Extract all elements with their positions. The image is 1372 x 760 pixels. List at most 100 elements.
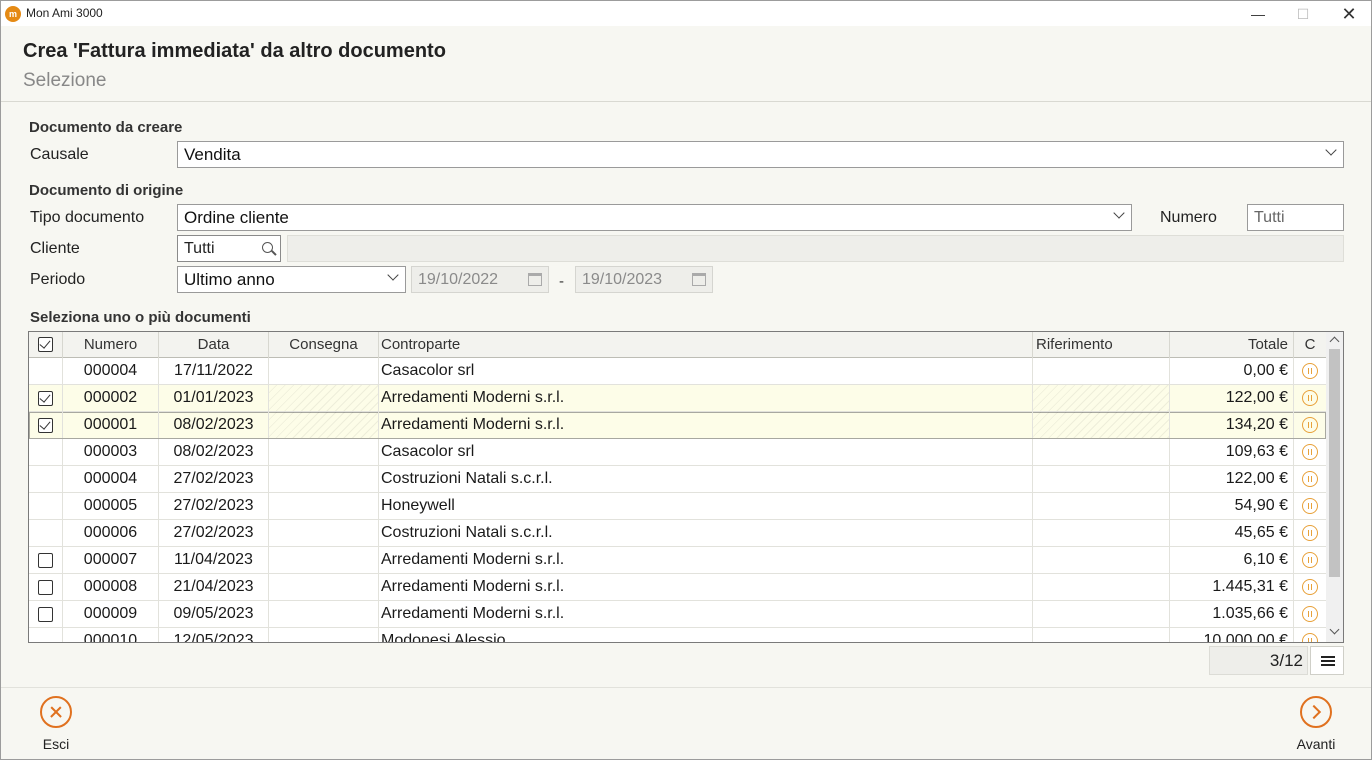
cell-controparte: Modonesi Alessio [379,628,1033,642]
table-row[interactable]: 000003 08/02/2023 Casacolor srl 109,63 € [29,439,1326,466]
table-row[interactable]: 000004 17/11/2022 Casacolor srl 0,00 € [29,358,1326,385]
cell-riferimento [1033,601,1170,627]
cell-riferimento [1033,628,1170,642]
date-from-input[interactable]: 19/10/2022 [411,266,549,293]
date-separator: - [559,273,564,290]
column-header-controparte[interactable]: Controparte [379,332,1033,358]
cliente-display-field [287,235,1344,262]
row-select-cell[interactable] [29,574,63,600]
next-button[interactable]: Avanti [1291,696,1341,752]
row-select-cell[interactable] [29,466,63,492]
cell-riferimento [1033,466,1170,492]
minimize-button[interactable]: — [1235,1,1281,27]
cell-riferimento [1033,385,1170,411]
column-header-c[interactable]: C [1294,332,1326,358]
column-header-numero[interactable]: Numero [63,332,159,358]
cell-status [1294,358,1326,384]
cell-consegna [269,547,379,573]
cell-consegna [269,385,379,411]
pause-circle-icon [1302,525,1318,541]
row-select-cell[interactable] [29,412,63,438]
cell-totale: 109,63 € [1170,439,1294,465]
column-header-totale[interactable]: Totale [1170,332,1294,358]
table-row[interactable]: 000007 11/04/2023 Arredamenti Moderni s.r.… [29,547,1326,574]
tipo-documento-select[interactable]: Ordine cliente [177,204,1132,231]
select-all-cell[interactable] [29,332,63,358]
pause-circle-icon [1302,633,1318,642]
table-row[interactable]: 000008 21/04/2023 Arredamenti Moderni s.r.… [29,574,1326,601]
column-header-consegna[interactable]: Consegna [269,332,379,358]
footer-bar: Esci Avanti [1,687,1371,759]
cell-numero: 000003 [63,439,159,465]
grid-header: Numero Data Consegna Controparte Riferim… [29,332,1326,358]
documents-grid[interactable]: Numero Data Consegna Controparte Riferim… [28,331,1344,643]
row-select-cell[interactable] [29,358,63,384]
row-checkbox[interactable] [38,580,53,595]
date-to-input[interactable]: 19/10/2023 [575,266,713,293]
causale-value: Vendita [184,145,241,164]
table-row[interactable]: 000005 27/02/2023 Honeywell 54,90 € [29,493,1326,520]
scroll-up-icon[interactable] [1329,336,1340,347]
grid-title: Seleziona uno o più documenti [30,309,251,326]
table-row[interactable]: 000009 09/05/2023 Arredamenti Moderni s.r.… [29,601,1326,628]
cell-consegna [269,466,379,492]
cell-status [1294,493,1326,519]
row-checkbox[interactable] [38,391,53,406]
pause-circle-icon [1302,390,1318,406]
pause-circle-icon [1302,471,1318,487]
table-row[interactable]: 000001 08/02/2023 Arredamenti Moderni s.r.… [29,412,1326,439]
periodo-label: Periodo [30,271,86,288]
cell-controparte: Arredamenti Moderni s.r.l. [379,601,1033,627]
cliente-search-input[interactable]: Tutti [177,235,281,262]
cell-numero: 000010 [63,628,159,642]
row-checkbox[interactable] [38,607,53,622]
cell-numero: 000007 [63,547,159,573]
row-select-cell[interactable] [29,547,63,573]
calendar-icon[interactable] [692,273,706,286]
row-select-cell[interactable] [29,601,63,627]
table-row[interactable]: 000010 12/05/2023 Modonesi Alessio 10.000,0… [29,628,1326,642]
table-row[interactable]: 000004 27/02/2023 Costruzioni Natali s.c.r… [29,466,1326,493]
page-subtitle: Selezione [23,70,107,91]
cell-numero: 000006 [63,520,159,546]
maximize-button[interactable]: ☐ [1280,1,1326,27]
cell-numero: 000002 [63,385,159,411]
cell-numero: 000005 [63,493,159,519]
pause-circle-icon [1302,444,1318,460]
doc-create-section-label: Documento da creare [29,119,183,136]
next-label: Avanti [1296,736,1336,752]
row-checkbox[interactable] [38,418,53,433]
causale-select[interactable]: Vendita [177,141,1344,168]
cell-data: 01/01/2023 [159,385,269,411]
row-select-cell[interactable] [29,385,63,411]
search-icon[interactable] [262,242,273,253]
cell-riferimento [1033,520,1170,546]
cell-totale: 1.035,66 € [1170,601,1294,627]
exit-button[interactable]: Esci [35,696,77,752]
chevron-down-icon [387,269,399,281]
numero-input[interactable]: Tutti [1247,204,1344,231]
periodo-select[interactable]: Ultimo anno [177,266,406,293]
select-all-checkbox[interactable] [38,337,53,352]
table-row[interactable]: 000002 01/01/2023 Arredamenti Moderni s.r.… [29,385,1326,412]
row-checkbox[interactable] [38,553,53,568]
row-select-cell[interactable] [29,439,63,465]
selection-counter: 3/12 [1209,646,1308,675]
column-header-data[interactable]: Data [159,332,269,358]
pause-circle-icon [1302,552,1318,568]
cell-data: 21/04/2023 [159,574,269,600]
row-select-cell[interactable] [29,628,63,642]
grid-menu-button[interactable] [1310,646,1344,675]
calendar-icon[interactable] [528,273,542,286]
scroll-down-icon[interactable] [1329,624,1340,635]
cell-data: 12/05/2023 [159,628,269,642]
row-select-cell[interactable] [29,520,63,546]
table-row[interactable]: 000006 27/02/2023 Costruzioni Natali s.c.r… [29,520,1326,547]
scroll-thumb[interactable] [1329,349,1340,577]
grid-scrollbar[interactable] [1326,332,1343,642]
column-header-riferimento[interactable]: Riferimento [1033,332,1170,358]
causale-label: Causale [30,146,89,163]
row-select-cell[interactable] [29,493,63,519]
periodo-value: Ultimo anno [184,270,275,289]
close-window-button[interactable]: ✕ [1326,1,1372,27]
